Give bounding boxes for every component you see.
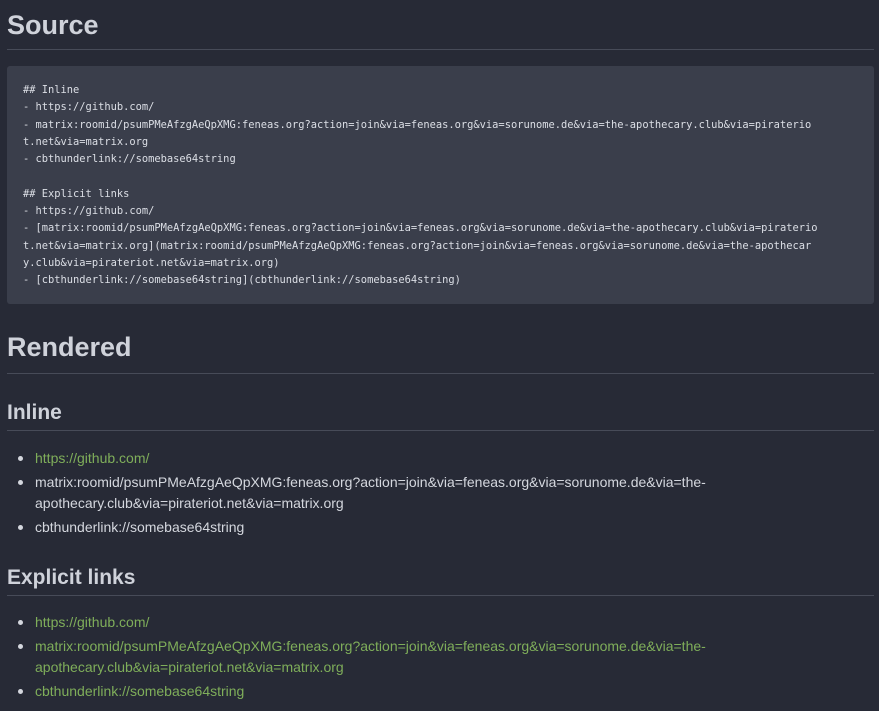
heading-divider bbox=[7, 430, 874, 431]
matrix-link[interactable]: matrix:roomid/psumPMeAfzgAeQpXMG:feneas.… bbox=[35, 638, 706, 675]
list-item: cbthunderlink://somebase64string bbox=[14, 517, 734, 538]
list-item: https://github.com/ bbox=[14, 448, 734, 469]
inline-heading: Inline bbox=[7, 401, 62, 424]
source-heading: Source bbox=[7, 10, 99, 40]
list-item: matrix:roomid/psumPMeAfzgAeQpXMG:feneas.… bbox=[14, 472, 734, 514]
matrix-plain-text: matrix:roomid/psumPMeAfzgAeQpXMG:feneas.… bbox=[35, 474, 706, 511]
list-item: cbthunderlink://somebase64string bbox=[14, 681, 734, 702]
heading-divider bbox=[7, 373, 874, 374]
github-link[interactable]: https://github.com/ bbox=[35, 614, 149, 630]
inline-list: https://github.com/ matrix:roomid/psumPM… bbox=[14, 448, 734, 541]
explicit-links-heading: Explicit links bbox=[7, 566, 136, 589]
rendered-heading: Rendered bbox=[7, 332, 132, 362]
github-link[interactable]: https://github.com/ bbox=[35, 450, 149, 466]
heading-divider bbox=[7, 595, 874, 596]
list-item: https://github.com/ bbox=[14, 612, 734, 633]
cbthunderlink-plain-text: cbthunderlink://somebase64string bbox=[35, 519, 245, 535]
list-item: matrix:roomid/psumPMeAfzgAeQpXMG:feneas.… bbox=[14, 636, 734, 678]
heading-divider bbox=[7, 49, 874, 50]
source-code-text: ## Inline - https://github.com/ - matrix… bbox=[23, 84, 818, 287]
source-code-block: ## Inline - https://github.com/ - matrix… bbox=[7, 66, 874, 304]
cbthunderlink-link[interactable]: cbthunderlink://somebase64string bbox=[35, 683, 244, 699]
explicit-links-list: https://github.com/ matrix:roomid/psumPM… bbox=[14, 612, 734, 705]
markdown-preview: Source ## Inline - https://github.com/ -… bbox=[0, 0, 879, 711]
